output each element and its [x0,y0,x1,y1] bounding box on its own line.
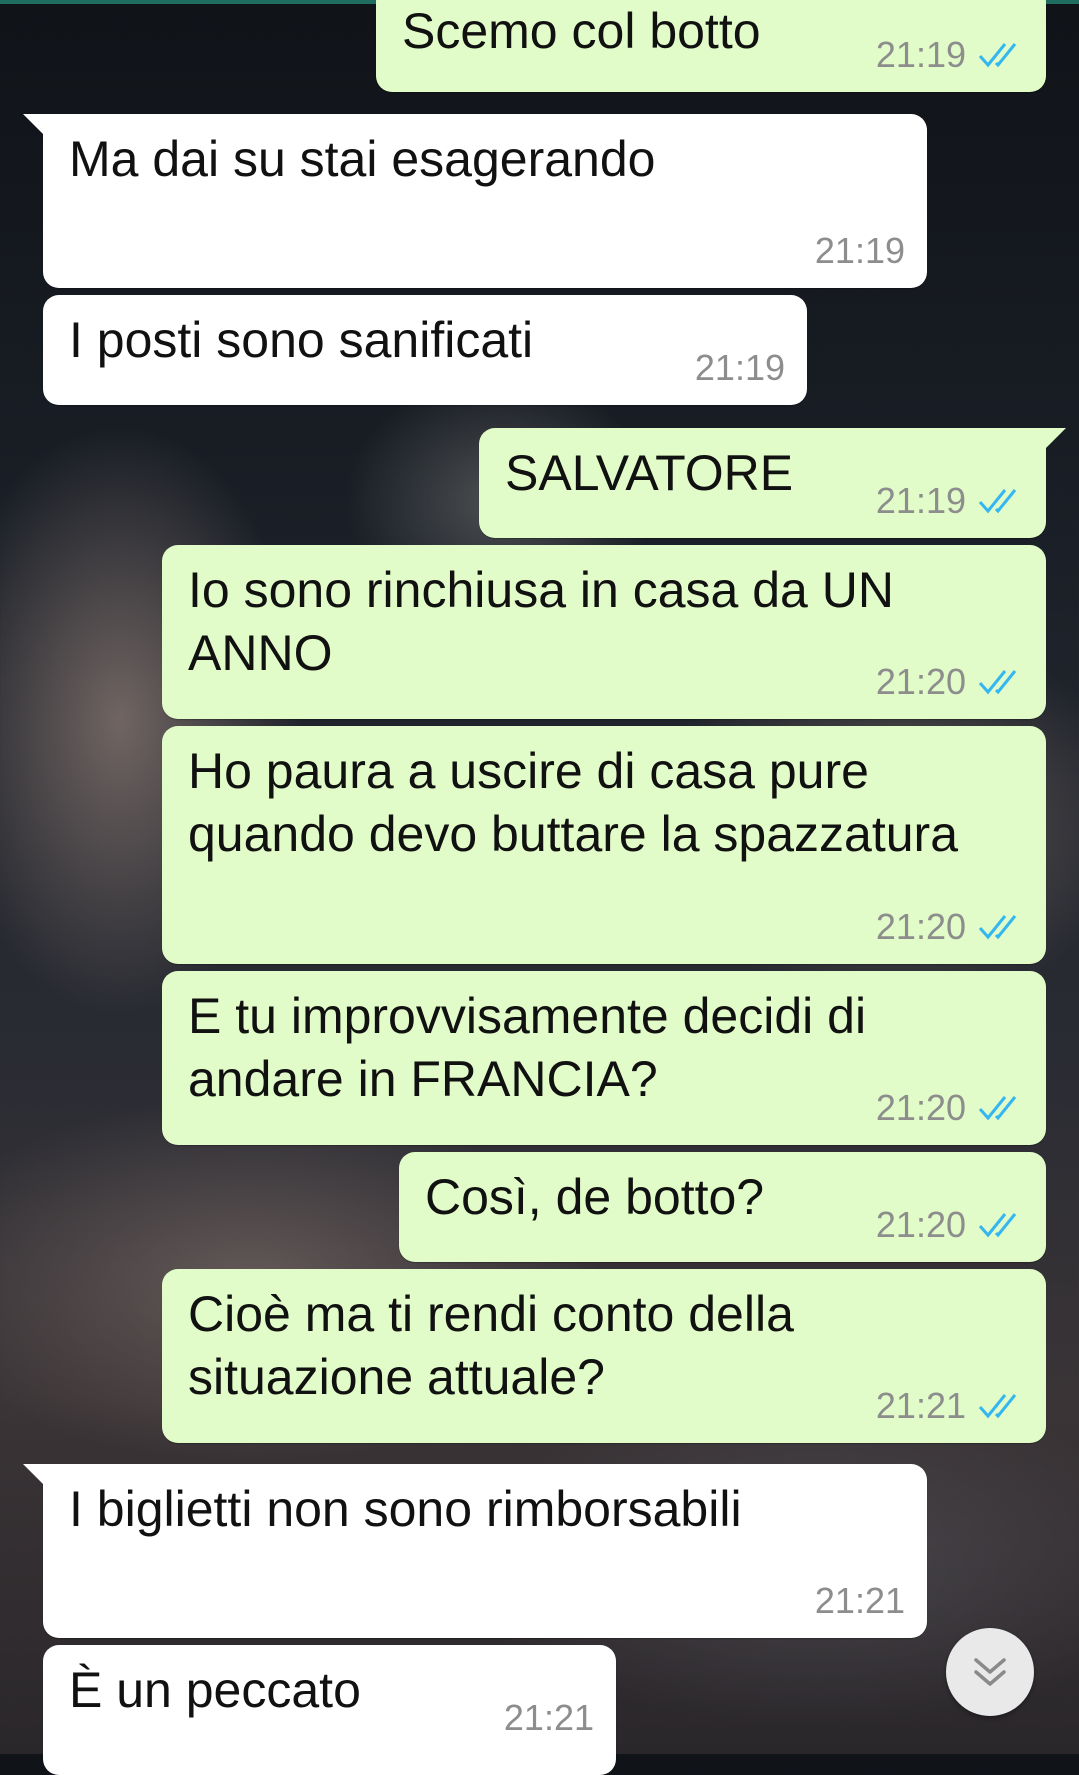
message-incoming[interactable]: È un peccato 21:21 [43,1645,616,1775]
read-ticks-icon [978,1096,1017,1121]
message-time: 21:20 [875,1087,966,1128]
message-time: 21:20 [875,906,966,947]
message-outgoing[interactable]: Io sono rinchiusa in casa da UN ANNO 21:… [162,545,1046,719]
message-incoming[interactable]: Ma dai su stai esagerando 21:19 [23,114,927,288]
message-outgoing[interactable]: Cioè ma ti rendi conto della situazione … [162,1269,1046,1443]
bubble-tail [1044,428,1066,450]
read-ticks-icon [978,670,1017,695]
message-meta: 21:20 [876,1204,1024,1246]
message-outgoing[interactable]: Ho paura a uscire di casa pure quando de… [162,726,1046,964]
bubble-tail [23,1464,45,1486]
read-ticks-icon [978,1213,1017,1238]
message-outgoing[interactable]: SALVATORE 21:19 [479,428,1066,538]
message-text: I posti sono sanificati [69,312,534,368]
message-meta: 21:21 [815,1580,905,1622]
message-time: 21:21 [503,1697,594,1738]
message-meta: 21:19 [876,480,1024,522]
message-time: 21:19 [814,230,905,271]
message-outgoing[interactable]: E tu improvvisamente decidi di andare in… [162,971,1046,1145]
message-meta: 21:20 [876,661,1024,703]
bubble-tail [23,114,45,136]
message-outgoing[interactable]: Così, de botto? 21:20 [399,1152,1046,1262]
message-text: Ma dai su stai esagerando [69,131,656,187]
message-time: 21:20 [875,1204,966,1245]
message-outgoing[interactable]: Scemo col botto 21:19 [376,0,1046,92]
message-meta: 21:19 [815,230,905,272]
message-meta: 21:21 [504,1697,594,1739]
scroll-to-bottom-button[interactable] [946,1628,1034,1716]
message-time: 21:20 [875,661,966,702]
message-time: 21:19 [875,34,966,75]
message-meta: 21:21 [876,1385,1024,1427]
message-meta: 21:20 [876,906,1024,948]
message-time: 21:19 [694,347,785,388]
double-chevron-down-icon [974,1658,1006,1686]
message-meta: 21:19 [876,34,1024,76]
message-text: I biglietti non sono rimborsabili [69,1481,742,1537]
message-meta: 21:19 [695,347,785,389]
read-ticks-icon [978,489,1017,514]
message-incoming[interactable]: I posti sono sanificati 21:19 [43,295,807,405]
message-text: Ho paura a uscire di casa pure quando de… [188,743,958,862]
message-incoming[interactable]: I biglietti non sono rimborsabili 21:21 [23,1464,927,1638]
message-meta: 21:20 [876,1087,1024,1129]
read-ticks-icon [978,915,1017,940]
read-ticks-icon [978,43,1017,68]
message-time: 21:19 [875,480,966,521]
read-ticks-icon [978,1394,1017,1419]
message-time: 21:21 [814,1580,905,1621]
message-time: 21:21 [875,1385,966,1426]
